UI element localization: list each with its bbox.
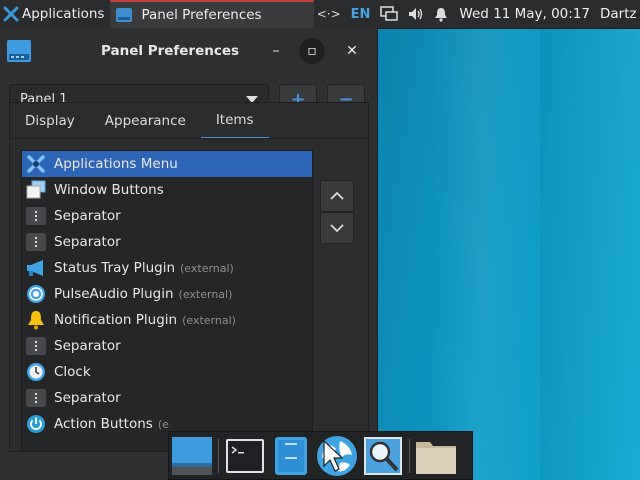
preferences-tabs: Display Appearance Items	[9, 102, 369, 139]
window-icon	[116, 8, 133, 22]
bottom-dock	[168, 431, 473, 480]
window-titlebar[interactable]: Panel Preferences – ▫ ✕	[0, 28, 377, 74]
folder-icon[interactable]	[413, 433, 459, 479]
xfce-menu-icon	[26, 154, 46, 174]
list-item[interactable]: Separator	[22, 333, 312, 359]
window-title: Panel Preferences	[100, 43, 240, 59]
item-label: Notification Plugin	[54, 312, 178, 328]
item-note: (external)	[182, 313, 236, 327]
item-label: Separator	[54, 234, 121, 250]
list-item[interactable]: PulseAudio Plugin (external)	[22, 281, 312, 307]
separator-icon	[26, 232, 46, 252]
panel-clock[interactable]: Wed 11 May, 00:17	[459, 6, 590, 22]
item-label: Action Buttons	[54, 416, 153, 432]
user-menu[interactable]: Dartz	[600, 6, 640, 22]
audio-icon	[26, 284, 46, 304]
item-label: Clock	[54, 364, 91, 380]
wallpaper-streak	[430, 28, 540, 480]
taskbar-window-panel-preferences[interactable]: Panel Preferences	[110, 0, 315, 28]
app-finder-icon[interactable]	[360, 433, 406, 479]
terminal-icon[interactable]	[222, 433, 268, 479]
item-note: (external)	[178, 287, 233, 301]
applications-menu-button[interactable]: Applications	[0, 0, 108, 28]
move-up-button[interactable]	[320, 180, 354, 212]
applications-label: Applications	[22, 6, 105, 22]
keyboard-layout-indicator[interactable]: EN	[351, 7, 371, 22]
network-icon[interactable]	[380, 6, 399, 22]
xfce-logo-icon	[3, 6, 19, 22]
item-label: Separator	[54, 208, 121, 224]
separator-icon	[26, 336, 46, 356]
bell-icon	[26, 310, 46, 330]
panel-items-list[interactable]: Applications Menu Window Buttons Separat…	[21, 150, 313, 452]
separator-icon	[26, 206, 46, 226]
tab-items[interactable]: Items	[200, 103, 269, 139]
list-item[interactable]: Clock	[22, 359, 312, 385]
desktop-icon[interactable]	[169, 433, 215, 479]
volume-icon[interactable]	[408, 7, 424, 21]
wallpaper-streak	[540, 28, 640, 480]
windows-icon	[26, 180, 46, 200]
tab-appearance[interactable]: Appearance	[90, 103, 201, 139]
item-label: Status Tray Plugin	[54, 260, 175, 276]
mouse-cursor-icon	[323, 440, 344, 472]
list-item[interactable]: Separator	[22, 229, 312, 255]
dock-separator	[409, 438, 410, 473]
item-label: Window Buttons	[54, 182, 164, 198]
system-tray: <·> EN Wed 11 May, 00:17 Dartz	[312, 0, 640, 28]
clock-icon	[26, 362, 46, 382]
list-item[interactable]: Applications Menu	[22, 151, 312, 177]
list-item[interactable]: Status Tray Plugin (external)	[22, 255, 312, 281]
code-arrows-icon[interactable]: <·>	[317, 7, 341, 21]
top-panel: Applications Panel Preferences <·> EN We…	[0, 0, 640, 29]
item-label: Applications Menu	[54, 156, 178, 172]
notification-bell-icon[interactable]	[434, 7, 448, 22]
maximize-button[interactable]: ▫	[299, 38, 325, 64]
item-note: (e	[157, 417, 169, 431]
item-label: PulseAudio Plugin	[54, 286, 174, 302]
separator-icon	[26, 388, 46, 408]
file-manager-icon[interactable]	[268, 433, 314, 479]
list-item[interactable]: Separator	[22, 385, 312, 411]
list-item[interactable]: Separator	[22, 203, 312, 229]
item-note: (external)	[180, 261, 234, 275]
megaphone-icon	[26, 258, 46, 278]
close-button[interactable]: ✕	[339, 38, 365, 64]
chevron-up-icon	[330, 191, 344, 200]
power-icon	[26, 414, 46, 434]
chevron-down-icon	[330, 224, 344, 233]
list-item[interactable]: Notification Plugin (external)	[22, 307, 312, 333]
item-label: Separator	[54, 338, 121, 354]
move-down-button[interactable]	[320, 212, 354, 244]
item-label: Separator	[54, 390, 121, 406]
minimize-button[interactable]: –	[263, 38, 289, 64]
list-item[interactable]: Window Buttons	[22, 177, 312, 203]
tab-display[interactable]: Display	[10, 103, 90, 139]
dock-separator	[218, 438, 219, 473]
task-label: Panel Preferences	[141, 7, 262, 23]
